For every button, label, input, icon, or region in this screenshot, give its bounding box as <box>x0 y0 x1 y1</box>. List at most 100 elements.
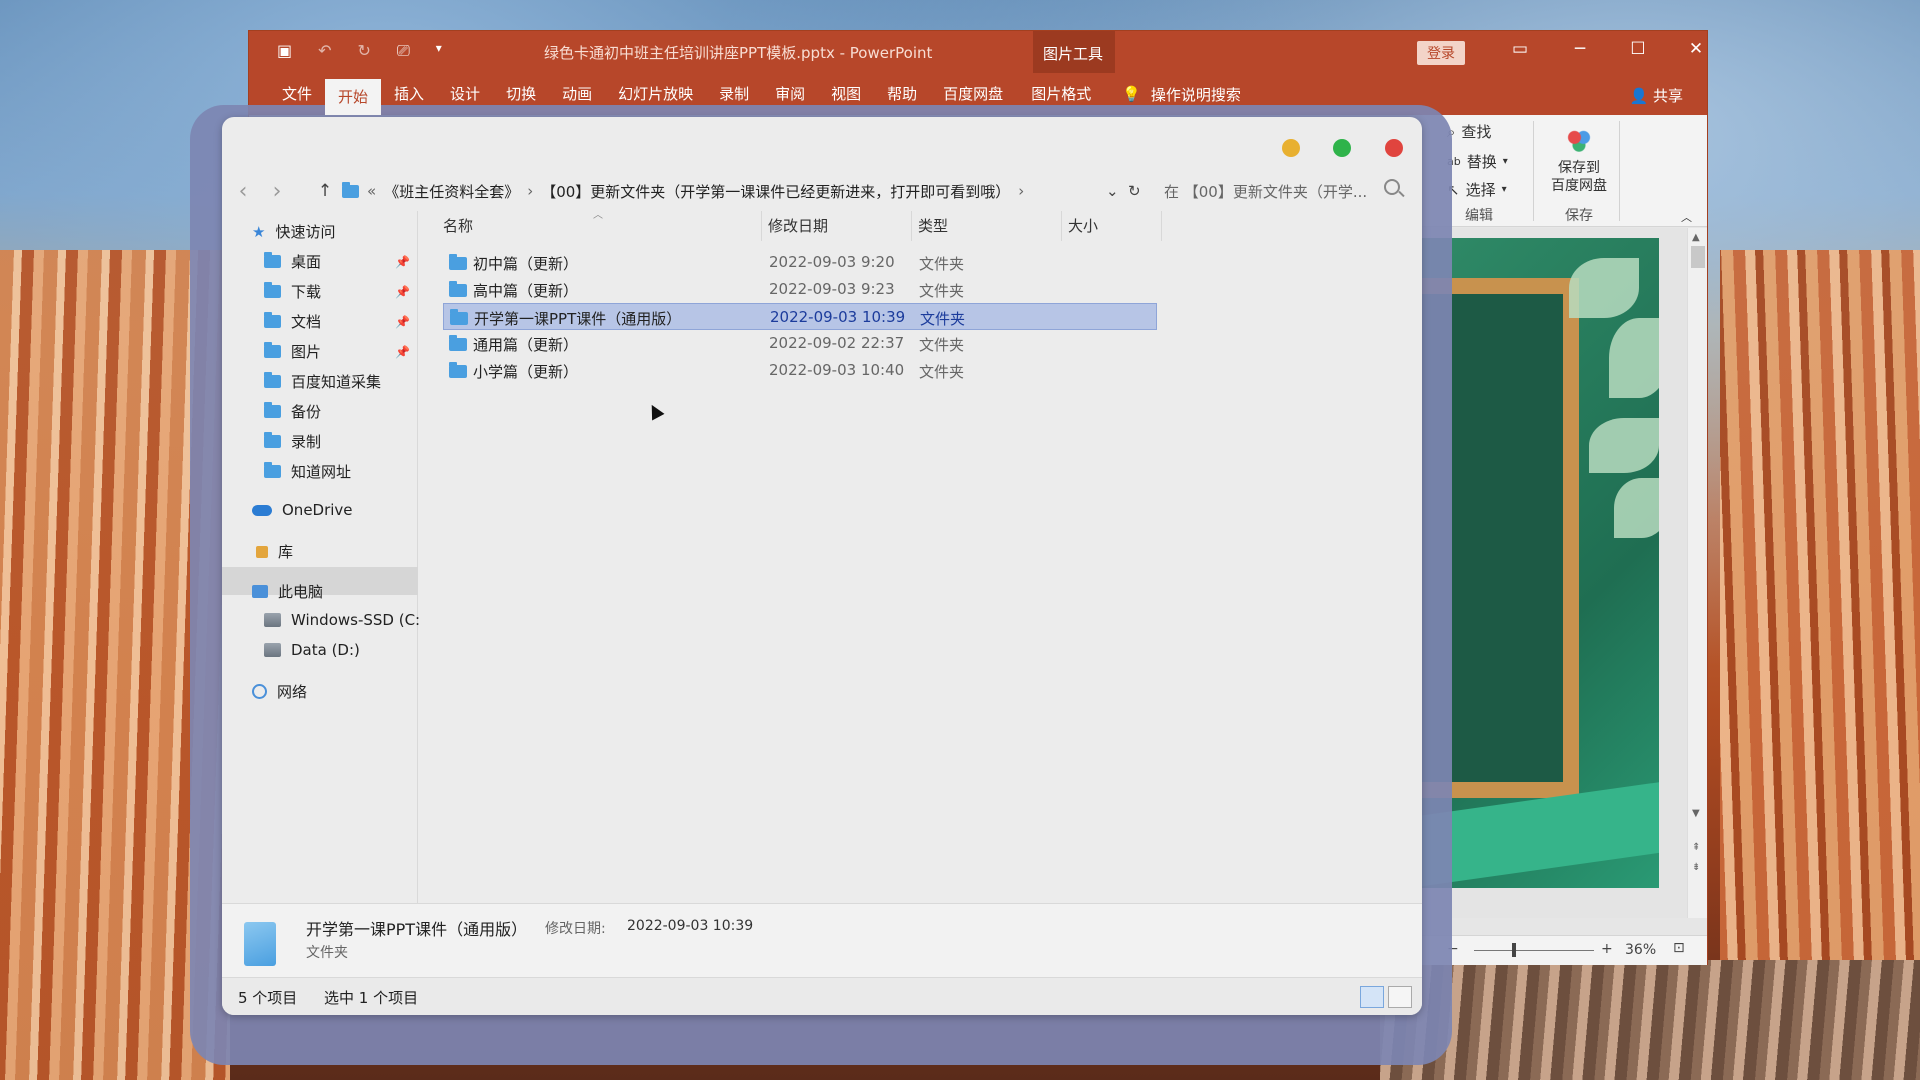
details-item-type: 文件夹 <box>306 945 348 961</box>
column-header-modified[interactable]: 修改日期 <box>762 211 912 241</box>
file-row[interactable]: 高中篇（更新） 2022-09-03 9:23 文件夹 <box>443 276 1157 303</box>
login-button[interactable]: 登录 <box>1417 41 1465 65</box>
sidebar-item-network[interactable]: 网络 <box>252 681 307 702</box>
folder-icon <box>244 922 276 966</box>
search-input[interactable]: 在 【00】更新文件夹（开学... <box>1164 181 1367 202</box>
tab-help[interactable]: 帮助 <box>874 76 930 112</box>
sidebar-item-zhidao-urls[interactable]: 知道网址 <box>264 461 351 482</box>
drive-icon <box>264 643 281 657</box>
scroll-down-icon[interactable]: ▼ <box>1692 808 1700 819</box>
close-dot-icon[interactable] <box>1385 139 1403 157</box>
breadcrumb-current[interactable]: 【00】更新文件夹（开学第一课课件已经更新进来，打开即可看到哦） <box>541 181 1010 202</box>
sidebar-item-backup[interactable]: 备份 <box>264 401 321 422</box>
file-row[interactable]: 初中篇（更新） 2022-09-03 9:20 文件夹 <box>443 249 1157 276</box>
computer-icon <box>252 585 268 598</box>
slide-preview[interactable] <box>1419 238 1659 888</box>
previous-slide-icon[interactable]: ⇞ <box>1692 842 1700 853</box>
maximize-icon[interactable]: ☐ <box>1623 39 1653 59</box>
zoom-slider[interactable] <box>1474 950 1594 951</box>
tab-view[interactable]: 视图 <box>818 76 874 112</box>
sidebar-item-pictures[interactable]: 图片 📌 <box>264 341 410 362</box>
minimize-dot-icon[interactable] <box>1282 139 1300 157</box>
tab-design[interactable]: 设计 <box>437 76 493 112</box>
ribbon-display-options-icon[interactable]: ▭ <box>1505 39 1535 59</box>
customize-qat-icon[interactable]: ▾ <box>436 41 442 61</box>
next-slide-icon[interactable]: ⇟ <box>1692 862 1700 873</box>
file-row[interactable]: 通用篇（更新） 2022-09-02 22:37 文件夹 <box>443 330 1157 357</box>
sidebar-label: OneDrive <box>282 501 353 519</box>
find-label: 查找 <box>1461 123 1492 141</box>
sidebar-item-baidu-zhidao[interactable]: 百度知道采集 <box>264 371 381 392</box>
up-arrow-icon[interactable]: ↑ <box>308 181 342 201</box>
refresh-icon[interactable]: ↻ <box>1128 182 1141 200</box>
collapse-ribbon-icon[interactable]: ︿ <box>1681 209 1692 225</box>
redo-icon[interactable]: ↻ <box>358 41 371 61</box>
breadcrumb-separator[interactable]: › <box>527 182 533 200</box>
column-header-name[interactable]: 名称 ︿ <box>437 210 762 241</box>
breadcrumb-parent[interactable]: 《班主任资料全套》 <box>384 181 519 202</box>
breadcrumb-separator[interactable]: › <box>1018 182 1024 200</box>
replace-button[interactable]: ab 替换 ▾ <box>1447 151 1508 172</box>
maximize-dot-icon[interactable] <box>1333 139 1351 157</box>
column-header-type[interactable]: 类型 <box>912 211 1062 241</box>
save-icon[interactable]: ▣ <box>277 41 292 61</box>
sidebar-item-downloads[interactable]: 下载 📌 <box>264 281 410 302</box>
zoom-level[interactable]: 36% <box>1625 942 1656 958</box>
sidebar-item-desktop[interactable]: 桌面 📌 <box>264 251 410 272</box>
fit-to-window-icon[interactable]: ⊡ <box>1673 940 1685 956</box>
share-button[interactable]: 👤 共享 <box>1630 85 1683 106</box>
history-dropdown-icon[interactable]: ⌄ <box>1106 182 1119 200</box>
undo-icon[interactable]: ↶ <box>318 41 331 61</box>
tab-record[interactable]: 录制 <box>706 76 762 112</box>
forward-icon[interactable]: › <box>260 179 294 204</box>
tell-me-search[interactable]: 💡 操作说明搜索 <box>1122 84 1241 105</box>
slide-scrollbar[interactable]: ▲ ▼ ⇞ ⇟ <box>1687 228 1707 918</box>
scroll-up-icon[interactable]: ▲ <box>1692 232 1700 243</box>
large-icons-view-icon[interactable] <box>1388 986 1412 1008</box>
baidu-pan-icon <box>1564 127 1594 153</box>
share-label: 共享 <box>1652 87 1683 105</box>
file-row-selected[interactable]: 开学第一课PPT课件（通用版） 2022-09-03 10:39 文件夹 <box>443 303 1157 330</box>
file-row[interactable]: 小学篇（更新） 2022-09-03 10:40 文件夹 <box>443 357 1157 384</box>
sidebar-item-quick-access[interactable]: ★ 快速访问 <box>252 221 335 242</box>
pin-icon: 📌 <box>395 314 410 329</box>
tab-animations[interactable]: 动画 <box>549 76 605 112</box>
file-modified: 2022-09-02 22:37 <box>769 334 905 352</box>
close-icon[interactable]: ✕ <box>1681 39 1711 59</box>
folder-icon <box>264 462 281 478</box>
sidebar-item-drive-d[interactable]: Data (D:) <box>264 641 360 659</box>
sidebar-item-documents[interactable]: 文档 📌 <box>264 311 410 332</box>
file-modified: 2022-09-03 9:23 <box>769 280 895 298</box>
tab-review[interactable]: 审阅 <box>762 76 818 112</box>
details-view-icon[interactable] <box>1360 986 1384 1008</box>
sidebar-item-record[interactable]: 录制 <box>264 431 321 452</box>
sidebar-item-drive-c[interactable]: Windows-SSD (C:) <box>264 611 426 629</box>
scrollbar-thumb[interactable] <box>1691 246 1705 268</box>
sidebar-item-library[interactable]: 库 <box>256 541 293 562</box>
breadcrumb-overflow[interactable]: « <box>367 182 376 200</box>
breadcrumb[interactable]: « 《班主任资料全套》 › 【00】更新文件夹（开学第一课课件已经更新进来，打开… <box>342 181 1024 202</box>
present-icon[interactable]: ⎚ <box>397 41 410 61</box>
tab-transitions[interactable]: 切换 <box>493 76 549 112</box>
chevron-down-icon: ▾ <box>1502 156 1508 167</box>
zoom-in-icon[interactable]: + <box>1601 941 1613 957</box>
minimize-icon[interactable]: ─ <box>1565 39 1595 59</box>
back-icon[interactable]: ‹ <box>226 179 260 204</box>
save-to-baidu-button[interactable]: 保存到 百度网盘 <box>1539 127 1619 195</box>
tab-insert[interactable]: 插入 <box>381 76 437 112</box>
tab-file[interactable]: 文件 <box>269 76 325 112</box>
sidebar-item-onedrive[interactable]: OneDrive <box>252 501 353 519</box>
sidebar-item-this-pc[interactable]: 此电脑 <box>252 581 323 602</box>
find-button[interactable]: ⌕ 查找 <box>1447 121 1491 142</box>
person-icon: 👤 <box>1629 87 1649 105</box>
zoom-slider-knob[interactable] <box>1512 943 1516 957</box>
column-header-size[interactable]: 大小 <box>1062 211 1162 241</box>
search-icon[interactable] <box>1384 179 1400 195</box>
tab-slideshow[interactable]: 幻灯片放映 <box>605 76 706 112</box>
pin-icon: 📌 <box>395 284 410 299</box>
ribbon-tabs: 文件 开始 插入 设计 切换 动画 幻灯片放映 录制 审阅 视图 帮助 百度网盘… <box>249 73 1707 115</box>
tab-home[interactable]: 开始 <box>325 79 382 115</box>
tab-baidu-pan[interactable]: 百度网盘 <box>930 76 1016 112</box>
tab-picture-format[interactable]: 图片格式 <box>1018 76 1104 112</box>
select-button[interactable]: ↖ 选择 ▾ <box>1447 179 1507 200</box>
